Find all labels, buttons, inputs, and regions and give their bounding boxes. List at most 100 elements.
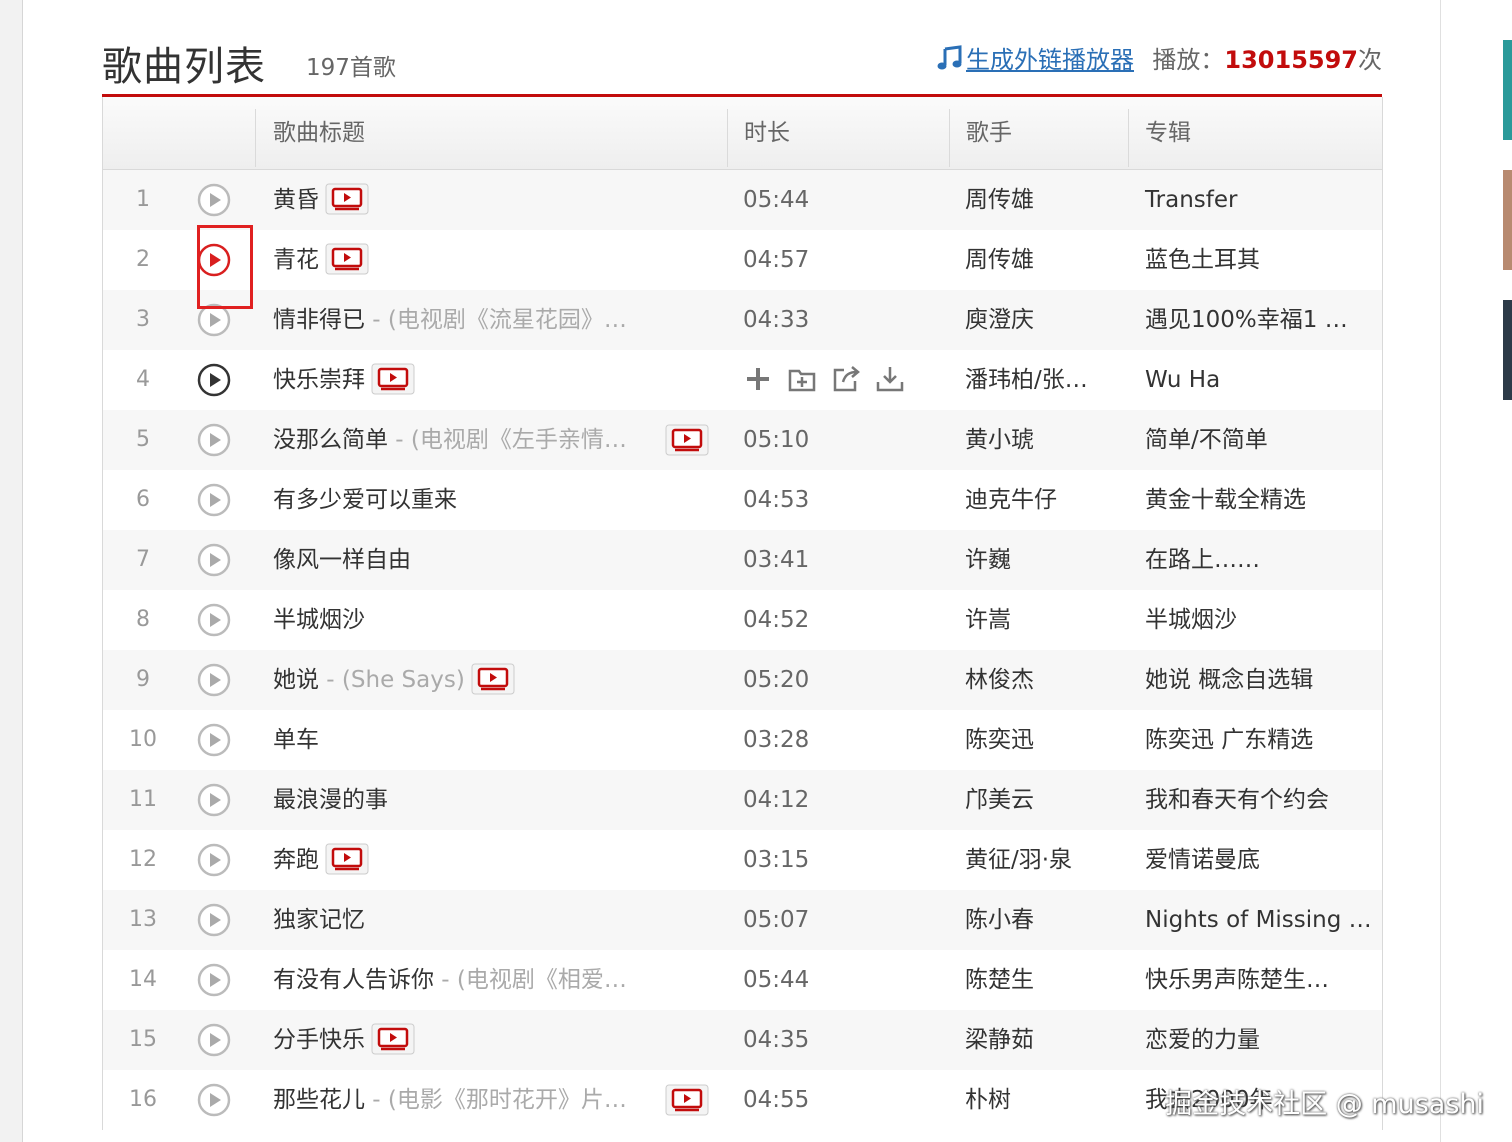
song-album[interactable]: Transfer <box>1145 170 1375 230</box>
song-artist[interactable]: 陈楚生 <box>965 950 1115 1010</box>
play-button[interactable] <box>195 1070 235 1130</box>
song-album[interactable]: 遇见100%幸福1 … <box>1145 290 1375 350</box>
song-album[interactable]: 简单/不简单 <box>1145 410 1375 470</box>
table-row[interactable]: 9 她说 - (She Says) 05:20 林俊杰 她说 概念自选辑 <box>103 650 1382 710</box>
song-title[interactable]: 那些花儿 <box>273 1087 365 1113</box>
mv-icon[interactable] <box>665 1084 709 1116</box>
play-button[interactable] <box>195 170 235 230</box>
song-artist[interactable]: 迪克牛仔 <box>965 470 1115 530</box>
table-row[interactable]: 12 奔跑 03:15 黄征/羽·泉 爱情诺曼底 <box>103 830 1382 890</box>
song-title[interactable]: 她说 <box>273 667 319 693</box>
song-album[interactable]: Nights of Missing … <box>1145 890 1375 950</box>
song-title[interactable]: 没那么简单 <box>273 427 388 453</box>
song-title[interactable]: 独家记忆 <box>273 907 365 933</box>
song-album[interactable]: 半城烟沙 <box>1145 590 1375 650</box>
play-button[interactable] <box>195 590 235 650</box>
song-album[interactable]: 快乐男声陈楚生… <box>1145 950 1375 1010</box>
song-artist[interactable]: 周传雄 <box>965 170 1115 230</box>
song-title[interactable]: 情非得已 <box>273 307 365 333</box>
song-album[interactable]: 爱情诺曼底 <box>1145 830 1375 890</box>
song-title[interactable]: 分手快乐 <box>273 1027 365 1053</box>
table-row[interactable]: 11 最浪漫的事 04:12 邝美云 我和春天有个约会 <box>103 770 1382 830</box>
song-album[interactable]: Wu Ha <box>1145 350 1375 410</box>
table-row[interactable]: 7 像风一样自由 03:41 许巍 在路上…… <box>103 530 1382 590</box>
mv-icon[interactable] <box>665 424 709 456</box>
play-icon[interactable] <box>197 663 231 697</box>
add-icon[interactable] <box>743 364 773 394</box>
play-icon[interactable] <box>197 723 231 757</box>
song-album[interactable]: 她说 概念自选辑 <box>1145 650 1375 710</box>
play-icon[interactable] <box>197 363 231 397</box>
table-row[interactable]: 13 独家记忆 05:07 陈小春 Nights of Missing … <box>103 890 1382 950</box>
song-title[interactable]: 奔跑 <box>273 847 319 873</box>
play-icon[interactable] <box>197 183 231 217</box>
outchain-player-link[interactable]: 生成外链播放器 <box>936 40 1134 75</box>
mv-icon[interactable] <box>325 183 369 215</box>
song-title[interactable]: 像风一样自由 <box>273 547 411 573</box>
play-button[interactable] <box>195 770 235 830</box>
song-artist[interactable]: 许嵩 <box>965 590 1115 650</box>
play-icon[interactable] <box>197 1083 231 1117</box>
play-icon[interactable] <box>197 603 231 637</box>
song-artist[interactable]: 庾澄庆 <box>965 290 1115 350</box>
mv-icon[interactable] <box>325 843 369 875</box>
song-artist[interactable]: 朴树 <box>965 1070 1115 1130</box>
song-album[interactable]: 恋爱的力量 <box>1145 1010 1375 1070</box>
song-title[interactable]: 黄昏 <box>273 187 319 213</box>
play-button[interactable] <box>195 470 235 530</box>
song-artist[interactable]: 许巍 <box>965 530 1115 590</box>
song-artist[interactable]: 潘玮柏/张… <box>965 350 1115 410</box>
table-row[interactable]: 8 半城烟沙 04:52 许嵩 半城烟沙 <box>103 590 1382 650</box>
play-button[interactable] <box>195 710 235 770</box>
table-row[interactable]: 2 青花 04:57 周传雄 蓝色土耳其 <box>103 230 1382 290</box>
table-row[interactable]: 6 有多少爱可以重来 04:53 迪克牛仔 黄金十载全精选 <box>103 470 1382 530</box>
play-icon[interactable] <box>197 543 231 577</box>
song-album[interactable]: 陈奕迅 广东精选 <box>1145 710 1375 770</box>
mv-icon[interactable] <box>371 363 415 395</box>
song-artist[interactable]: 邝美云 <box>965 770 1115 830</box>
song-artist[interactable]: 黄征/羽·泉 <box>965 830 1115 890</box>
mv-icon[interactable] <box>371 1023 415 1055</box>
table-row[interactable]: 14 有没有人告诉你 - (电视剧《相爱… 05:44 陈楚生 快乐男声陈楚生… <box>103 950 1382 1010</box>
play-button[interactable] <box>195 950 235 1010</box>
table-row[interactable]: 4 快乐崇拜 潘玮柏/张… Wu Ha <box>103 350 1382 410</box>
song-album[interactable]: 在路上…… <box>1145 530 1375 590</box>
share-icon[interactable] <box>831 364 861 394</box>
song-artist[interactable]: 梁静茹 <box>965 1010 1115 1070</box>
song-title[interactable]: 单车 <box>273 727 319 753</box>
play-button[interactable] <box>195 830 235 890</box>
song-title[interactable]: 快乐崇拜 <box>273 367 365 393</box>
table-row[interactable]: 5 没那么简单 - (电视剧《左手亲情… 05:10 黄小琥 简单/不简单 <box>103 410 1382 470</box>
play-icon[interactable] <box>197 903 231 937</box>
song-title[interactable]: 最浪漫的事 <box>273 787 388 813</box>
play-button[interactable] <box>195 410 235 470</box>
mv-icon[interactable] <box>471 663 515 695</box>
play-icon[interactable] <box>197 783 231 817</box>
song-artist[interactable]: 陈小春 <box>965 890 1115 950</box>
song-title[interactable]: 有多少爱可以重来 <box>273 487 457 513</box>
table-row[interactable]: 1 黄昏 05:44 周传雄 Transfer <box>103 170 1382 230</box>
play-button[interactable] <box>195 650 235 710</box>
song-artist[interactable]: 林俊杰 <box>965 650 1115 710</box>
song-album[interactable]: 蓝色土耳其 <box>1145 230 1375 290</box>
table-row[interactable]: 10 单车 03:28 陈奕迅 陈奕迅 广东精选 <box>103 710 1382 770</box>
outchain-label[interactable]: 生成外链播放器 <box>966 40 1134 75</box>
table-row[interactable]: 15 分手快乐 04:35 梁静茹 恋爱的力量 <box>103 1010 1382 1070</box>
song-artist[interactable]: 黄小琥 <box>965 410 1115 470</box>
play-icon[interactable] <box>197 1023 231 1057</box>
song-title[interactable]: 有没有人告诉你 <box>273 967 434 993</box>
play-button[interactable] <box>195 350 235 410</box>
play-icon[interactable] <box>197 483 231 517</box>
play-icon[interactable] <box>197 963 231 997</box>
mv-icon[interactable] <box>325 243 369 275</box>
song-album[interactable]: 黄金十载全精选 <box>1145 470 1375 530</box>
add-to-folder-icon[interactable] <box>787 364 817 394</box>
song-artist[interactable]: 周传雄 <box>965 230 1115 290</box>
song-title[interactable]: 半城烟沙 <box>273 607 365 633</box>
table-row[interactable]: 3 情非得已 - (电视剧《流星花园》… 04:33 庾澄庆 遇见100%幸福1 … <box>103 290 1382 350</box>
play-icon[interactable] <box>197 843 231 877</box>
song-artist[interactable]: 陈奕迅 <box>965 710 1115 770</box>
song-title[interactable]: 青花 <box>273 247 319 273</box>
play-button[interactable] <box>195 1010 235 1070</box>
song-album[interactable]: 我和春天有个约会 <box>1145 770 1375 830</box>
